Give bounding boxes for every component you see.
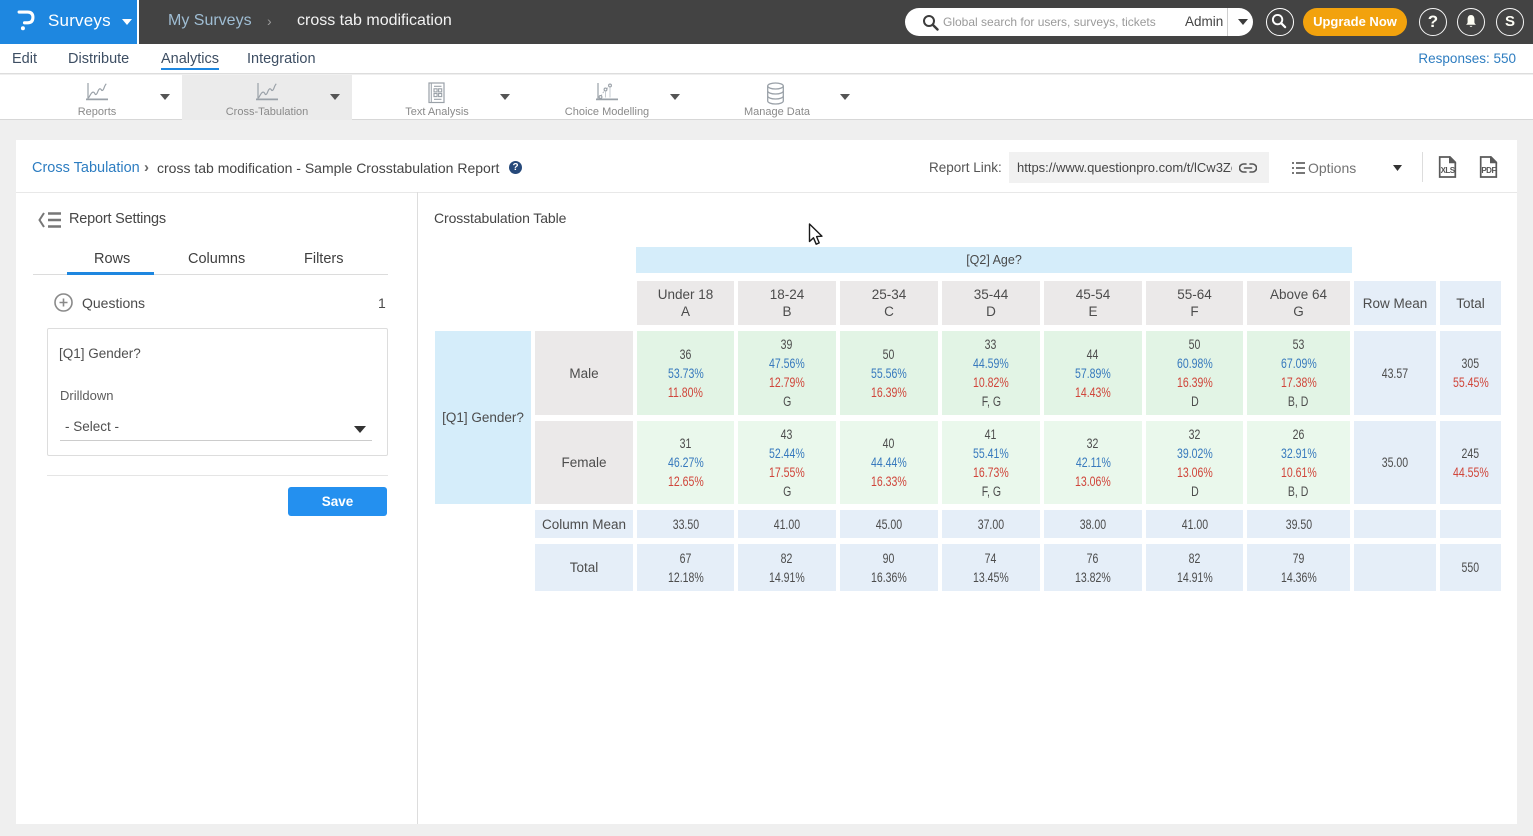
svg-text:PDF: PDF — [1481, 166, 1496, 175]
svg-text:XLS: XLS — [1441, 166, 1456, 175]
